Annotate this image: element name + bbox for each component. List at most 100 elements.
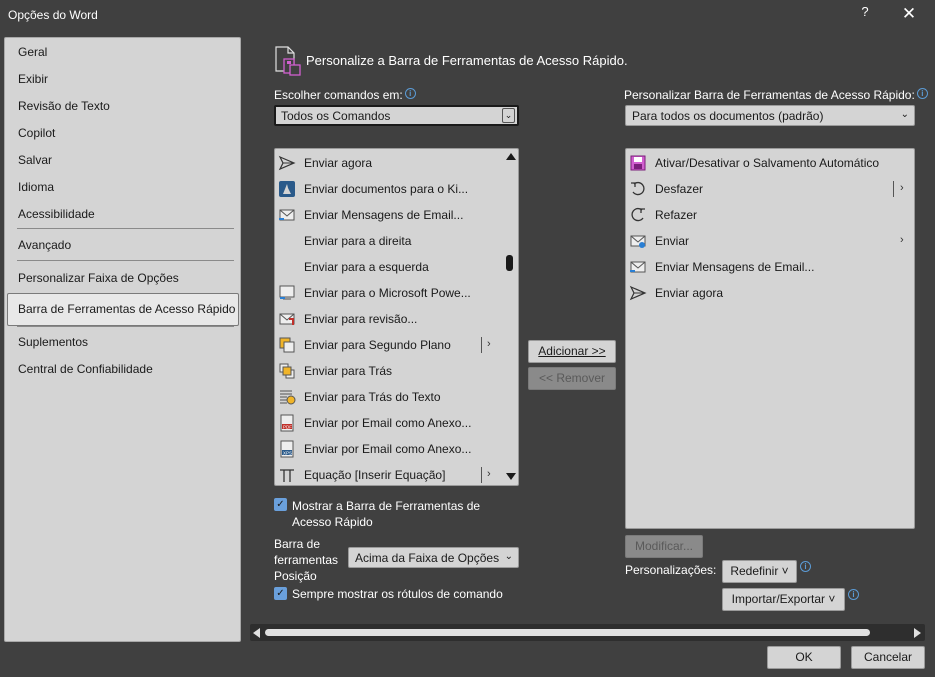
toolbar-commands-list[interactable]: Ativar/Desativar o Salvamento Automático… xyxy=(625,148,915,529)
list-item[interactable]: Enviar para Trás xyxy=(275,358,518,384)
review-send-icon xyxy=(279,313,295,325)
nav-item-idioma[interactable]: Idioma xyxy=(18,180,54,194)
list-item[interactable]: XPS Enviar por Email como Anexo... xyxy=(275,436,518,462)
title-bar: Opções do Word ? ✕ xyxy=(0,0,935,30)
autosave-icon xyxy=(630,155,646,171)
powerpoint-send-icon xyxy=(279,285,295,300)
ok-button[interactable]: OK xyxy=(767,646,841,669)
nav-item-salvar[interactable]: Salvar xyxy=(18,153,52,167)
email-send-icon xyxy=(279,209,295,221)
list-item[interactable]: Enviar para revisão... xyxy=(275,306,518,332)
nav-item-copilot[interactable]: Copilot xyxy=(18,126,55,140)
always-show-labels-checkbox[interactable]: ✓ xyxy=(274,587,287,600)
nav-item-barra-acesso-rapido[interactable]: Barra de Ferramentas de Acesso Rápido xyxy=(18,302,235,316)
list-item[interactable]: Enviar › xyxy=(626,228,914,254)
horizontal-scrollbar[interactable] xyxy=(250,624,925,641)
send-backward-icon xyxy=(279,337,295,353)
chevron-right-icon: › xyxy=(900,234,904,246)
list-item[interactable]: Enviar para Trás do Texto xyxy=(275,384,518,410)
list-item[interactable]: Ativar/Desativar o Salvamento Automático xyxy=(626,150,914,176)
nav-item-personalizar-faixa[interactable]: Personalizar Faixa de Opções xyxy=(18,271,179,285)
list-item[interactable]: Equação [Inserir Equação] › xyxy=(275,462,518,485)
svg-text:XPS: XPS xyxy=(283,450,292,455)
remove-button[interactable]: << Remover xyxy=(528,367,616,390)
options-nav: Geral Exibir Revisão de Texto Copilot Sa… xyxy=(4,37,241,642)
redo-icon xyxy=(631,207,645,222)
scroll-up-arrow-icon[interactable] xyxy=(506,153,516,160)
window-title: Opções do Word xyxy=(8,8,98,22)
customize-toolbar-label: Personalizar Barra de Ferramentas de Ace… xyxy=(624,88,928,102)
kindle-icon xyxy=(279,181,295,197)
send-to-back-icon xyxy=(279,363,295,379)
chevron-right-icon: › xyxy=(487,468,491,480)
info-icon[interactable]: i xyxy=(848,589,859,600)
undo-icon xyxy=(631,181,645,196)
choose-commands-label: Escolher comandos em: i xyxy=(274,88,416,102)
pi-icon xyxy=(280,469,294,482)
nav-item-suplementos[interactable]: Suplementos xyxy=(18,335,88,349)
import-export-button[interactable]: Importar/Exportar ˅ xyxy=(722,588,845,611)
info-icon[interactable]: i xyxy=(916,88,928,99)
chevron-right-icon: › xyxy=(487,338,491,350)
svg-text:PDF: PDF xyxy=(283,424,292,429)
nav-divider xyxy=(17,228,234,229)
info-icon[interactable]: i xyxy=(404,88,416,99)
reset-button[interactable]: Redefinir ˅ xyxy=(722,560,797,583)
list-item[interactable]: Enviar para Segundo Plano › xyxy=(275,332,518,358)
modify-button[interactable]: Modificar... xyxy=(625,535,703,558)
chevron-down-icon: ⌄ xyxy=(504,551,513,562)
behind-text-icon xyxy=(280,390,296,405)
list-item[interactable]: Enviar agora xyxy=(275,150,518,176)
list-item[interactable]: Enviar documentos para o Ki... xyxy=(275,176,518,202)
show-toolbar-label: Mostrar a Barra de Ferramentas de Acesso… xyxy=(292,499,481,529)
send-icon xyxy=(278,155,296,171)
scroll-down-arrow-icon[interactable] xyxy=(506,473,516,480)
toolbar-scope-select[interactable]: Para todos os documentos (padrão) ⌄ xyxy=(625,105,915,126)
list-item[interactable]: Enviar para o Microsoft Powe... xyxy=(275,280,518,306)
list-item[interactable]: Enviar Mensagens de Email... xyxy=(275,202,518,228)
scroll-thumb[interactable] xyxy=(506,255,513,271)
list-item[interactable]: PDF Enviar por Email como Anexo... xyxy=(275,410,518,436)
nav-item-central-confiabilidade[interactable]: Central de Confiabilidade xyxy=(18,362,153,376)
nav-item-geral[interactable]: Geral xyxy=(18,45,47,59)
scroll-right-arrow-icon[interactable] xyxy=(914,628,921,638)
scroll-thumb[interactable] xyxy=(265,629,870,636)
list-item[interactable]: Enviar Mensagens de Email... xyxy=(626,254,914,280)
nav-item-revisao[interactable]: Revisão de Texto xyxy=(18,99,110,113)
always-show-labels-label: Sempre mostrar os rótulos de comando xyxy=(292,587,503,601)
chevron-down-icon: ⌄ xyxy=(502,108,515,123)
commands-scrollbar[interactable] xyxy=(501,149,518,485)
pdf-attach-icon: PDF xyxy=(280,414,294,432)
info-icon[interactable]: i xyxy=(800,561,811,572)
chevron-down-icon: ⌄ xyxy=(900,109,909,120)
chevron-right-icon: › xyxy=(900,182,904,194)
list-item[interactable]: Enviar agora xyxy=(626,280,914,306)
nav-divider xyxy=(17,260,234,261)
nav-item-exibir[interactable]: Exibir xyxy=(18,72,48,86)
submenu-divider xyxy=(481,467,482,483)
nav-item-avancado[interactable]: Avançado xyxy=(18,238,71,252)
list-item[interactable]: Desfazer › xyxy=(626,176,914,202)
commands-source-select[interactable]: Todos os Comandos ⌄ xyxy=(274,105,519,126)
add-button[interactable]: Adicionar >> xyxy=(528,340,616,363)
toolbar-position-select[interactable]: Acima da Faixa de Opções ⌄ xyxy=(348,547,519,568)
show-toolbar-checkbox[interactable]: ✓ xyxy=(274,498,287,511)
page-title: Personalize a Barra de Ferramentas de Ac… xyxy=(306,53,628,68)
commands-list[interactable]: Enviar agora Enviar documentos para o Ki… xyxy=(274,148,519,486)
help-button[interactable]: ? xyxy=(858,4,872,24)
send-mail-icon xyxy=(630,235,646,248)
nav-divider xyxy=(17,326,234,327)
quick-access-toolbar-icon xyxy=(274,45,302,80)
toolbar-position-label: Barra de ferramentas Posição xyxy=(274,537,339,583)
list-item[interactable]: Enviar para a esquerda xyxy=(275,254,518,280)
cancel-button[interactable]: Cancelar xyxy=(851,646,925,669)
nav-item-acessibilidade[interactable]: Acessibilidade xyxy=(18,207,95,221)
xps-attach-icon: XPS xyxy=(280,440,294,458)
send-icon xyxy=(629,285,647,301)
submenu-divider xyxy=(893,181,894,197)
scroll-left-arrow-icon[interactable] xyxy=(253,628,260,638)
list-item[interactable]: Refazer xyxy=(626,202,914,228)
list-item[interactable]: Enviar para a direita xyxy=(275,228,518,254)
email-send-icon xyxy=(630,261,646,273)
close-button[interactable]: ✕ xyxy=(898,4,920,24)
